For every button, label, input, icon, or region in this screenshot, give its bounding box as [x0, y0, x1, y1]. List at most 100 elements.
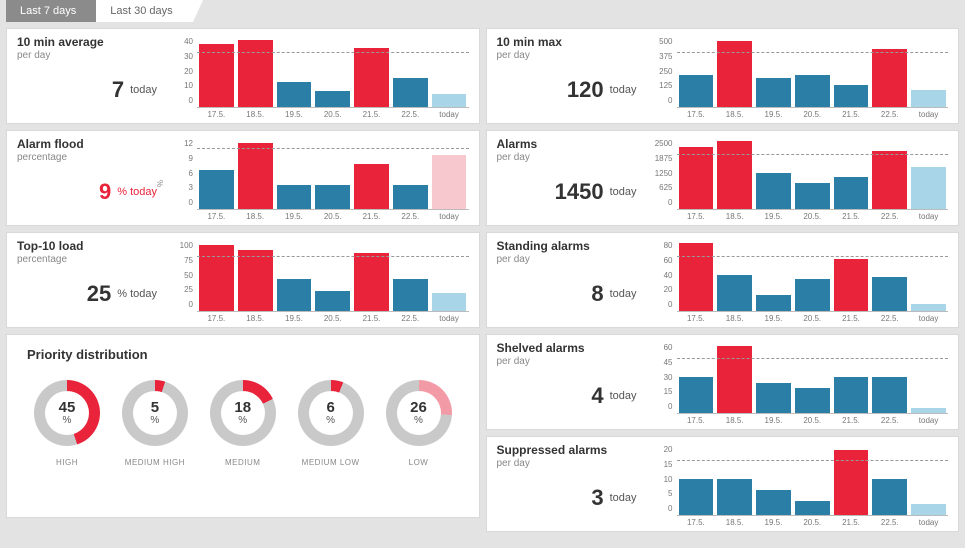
bar: [756, 173, 791, 209]
bar: [911, 504, 946, 515]
bar: [238, 143, 273, 209]
kpi-value: 1450: [555, 179, 604, 205]
kpi-value: 8: [591, 281, 603, 307]
kpi-title: Suppressed alarms: [497, 443, 647, 457]
bar: [354, 164, 389, 209]
bar: [795, 388, 830, 413]
priority-donut: 18%MEDIUM: [203, 380, 283, 467]
bar: [432, 94, 467, 107]
panel-top10-load: Top-10 load percentage 25 % today 100755…: [6, 232, 480, 328]
panel-standing-alarms: Standing alarms per day 8 today 80604020…: [486, 232, 960, 328]
kpi-unit: today: [610, 492, 637, 504]
bar: [277, 82, 312, 107]
kpi-unit: % today: [117, 288, 157, 300]
kpi-value: 25: [87, 281, 111, 307]
bar: [834, 377, 869, 413]
bar: [679, 75, 714, 107]
bar: [756, 78, 791, 107]
kpi-title: Standing alarms: [497, 239, 647, 253]
bar: [872, 49, 907, 107]
bar: [393, 78, 428, 107]
chart-10min-max: 500375250125017.5.18.5.19.5.20.5.21.5.22…: [647, 35, 949, 119]
kpi-title: Alarm flood: [17, 137, 167, 151]
bar: [834, 85, 869, 107]
chart-10min-average: 40302010017.5.18.5.19.5.20.5.21.5.22.5.t…: [167, 35, 469, 119]
kpi-sub: percentage: [17, 254, 167, 265]
kpi-unit: today: [610, 390, 637, 402]
bar: [354, 253, 389, 311]
donut-row: 45%HIGH5%MEDIUM HIGH18%MEDIUM6%MEDIUM LO…: [27, 380, 459, 467]
kpi-sub: per day: [497, 458, 647, 469]
kpi-value: 3: [591, 485, 603, 511]
kpi-title: Shelved alarms: [497, 341, 647, 355]
bar: [679, 479, 714, 515]
bar: [911, 90, 946, 107]
kpi-sub: percentage: [17, 152, 167, 163]
time-range-tabs: Last 7 days Last 30 days: [0, 0, 965, 22]
kpi-sub: per day: [497, 254, 647, 265]
bar: [717, 41, 752, 107]
bar: [717, 275, 752, 311]
bar: [872, 151, 907, 209]
panel-alarm-flood: Alarm flood percentage 9 % today 129630%…: [6, 130, 480, 226]
chart-suppressed-alarms: 2015105017.5.18.5.19.5.20.5.21.5.22.5.to…: [647, 443, 949, 527]
kpi-unit: today: [130, 84, 157, 96]
bar: [756, 295, 791, 311]
bar: [795, 75, 830, 107]
bar: [756, 490, 791, 515]
priority-donut: 26%LOW: [379, 380, 459, 467]
bar: [872, 377, 907, 413]
priority-donut: 6%MEDIUM LOW: [291, 380, 371, 467]
bar: [277, 279, 312, 311]
panel-10min-average: 10 min average per day 7 today 403020100…: [6, 28, 480, 124]
bar: [679, 147, 714, 209]
kpi-sub: per day: [497, 356, 647, 367]
bar: [199, 170, 234, 209]
bar: [315, 185, 350, 209]
bar: [238, 40, 273, 107]
kpi-value: 9: [99, 179, 111, 205]
chart-top10-load: 100755025017.5.18.5.19.5.20.5.21.5.22.5.…: [167, 239, 469, 323]
kpi-title: 10 min average: [17, 35, 167, 49]
kpi-title: Alarms: [497, 137, 647, 151]
bar: [717, 141, 752, 209]
chart-standing-alarms: 80604020017.5.18.5.19.5.20.5.21.5.22.5.t…: [647, 239, 949, 323]
bar: [872, 479, 907, 515]
kpi-sub: per day: [17, 50, 167, 61]
bar: [199, 44, 234, 107]
bar: [315, 291, 350, 311]
chart-alarms: 250018751250625017.5.18.5.19.5.20.5.21.5…: [647, 137, 949, 221]
bar: [717, 479, 752, 515]
left-column: 10 min average per day 7 today 403020100…: [6, 28, 480, 532]
tab-last-30-days[interactable]: Last 30 days: [96, 0, 192, 22]
bar: [911, 408, 946, 413]
bar: [354, 48, 389, 107]
kpi-value: 4: [591, 383, 603, 409]
bar: [315, 91, 350, 107]
panel-shelved-alarms: Shelved alarms per day 4 today 604530150…: [486, 334, 960, 430]
right-column: 10 min max per day 120 today 50037525012…: [486, 28, 960, 532]
kpi-unit: today: [610, 84, 637, 96]
priority-donut: 5%MEDIUM HIGH: [115, 380, 195, 467]
bar: [795, 279, 830, 311]
kpi-sub: per day: [497, 50, 647, 61]
bar: [432, 293, 467, 311]
bar: [432, 155, 467, 209]
bar: [795, 183, 830, 209]
bar: [834, 259, 869, 311]
bar: [872, 277, 907, 311]
kpi-title: 10 min max: [497, 35, 647, 49]
bar: [277, 185, 312, 209]
bar: [834, 177, 869, 209]
panel-alarms: Alarms per day 1450 today 25001875125062…: [486, 130, 960, 226]
kpi-unit: % today: [117, 186, 157, 198]
panel-title: Priority distribution: [27, 347, 459, 362]
bar: [756, 383, 791, 413]
priority-donut: 45%HIGH: [27, 380, 107, 467]
bar: [393, 185, 428, 209]
tab-last-7-days[interactable]: Last 7 days: [6, 0, 96, 22]
panel-10min-max: 10 min max per day 120 today 50037525012…: [486, 28, 960, 124]
kpi-value: 7: [112, 77, 124, 103]
chart-shelved-alarms: 60453015017.5.18.5.19.5.20.5.21.5.22.5.t…: [647, 341, 949, 425]
bar: [393, 279, 428, 311]
